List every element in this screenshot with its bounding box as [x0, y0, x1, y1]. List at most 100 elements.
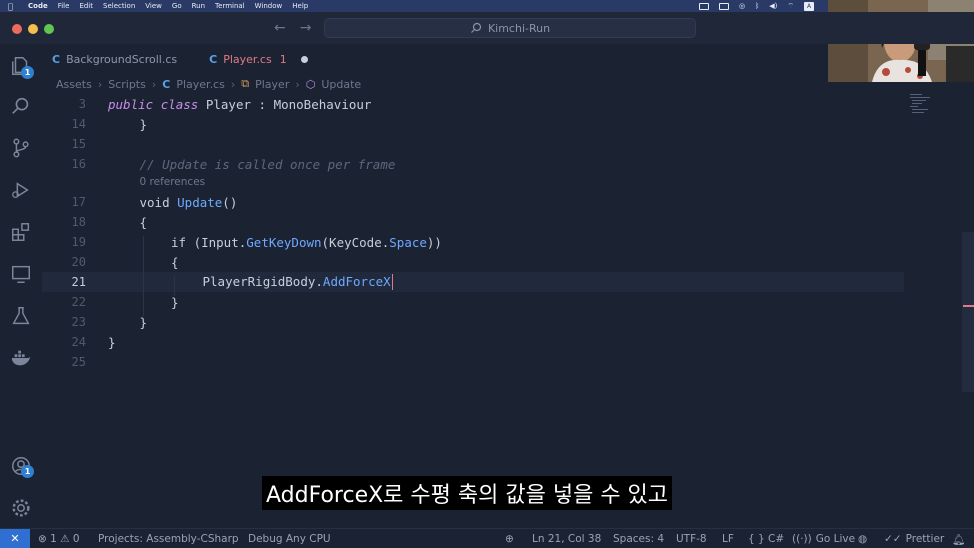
menu-file[interactable]: File: [58, 2, 70, 10]
debug-config[interactable]: Debug Any CPU: [248, 529, 331, 548]
code-editor[interactable]: 3 public class Player : MonoBehaviour 14} 1…: [42, 92, 904, 528]
prettier-button[interactable]: ✓✓ Prettier: [884, 529, 944, 548]
code-token: Space: [389, 234, 427, 250]
csharp-file-icon: C: [162, 77, 171, 91]
encoding[interactable]: UTF-8: [676, 529, 707, 548]
source-control-icon[interactable]: [9, 136, 33, 160]
menu-edit[interactable]: Edit: [79, 2, 93, 10]
unsaved-dot-icon[interactable]: [300, 55, 308, 63]
apple-icon[interactable]: : [8, 2, 18, 11]
search-icon: [471, 22, 482, 33]
text-cursor: [391, 274, 394, 291]
problems-indicator[interactable]: ⊗ 1 ⚠ 0: [38, 529, 80, 548]
line-number: 20: [71, 255, 86, 269]
line-number: 14: [71, 117, 86, 131]
tab-backgroundscroll[interactable]: C BackgroundScroll.cs: [42, 44, 191, 74]
menu-code[interactable]: Code: [28, 2, 48, 10]
display-icon[interactable]: [718, 2, 729, 10]
line-number: 16: [71, 157, 86, 171]
network-icon[interactable]: ⌔: [787, 2, 794, 11]
menu-help[interactable]: Help: [292, 2, 308, 10]
cursor-position[interactable]: Ln 21, Col 38: [532, 529, 601, 548]
screen-record-icon[interactable]: [698, 2, 709, 10]
chevron-right-icon: ›: [151, 77, 157, 91]
indent-guide: [174, 276, 175, 296]
status-icon[interactable]: ◎: [739, 2, 745, 10]
code-line[interactable]: 17 void Update(): [42, 192, 904, 212]
bluetooth-icon[interactable]: ᛒ: [755, 2, 759, 10]
breadcrumb-scripts[interactable]: Scripts: [108, 78, 146, 91]
code-token: void: [139, 194, 178, 210]
minimize-window-button[interactable]: [28, 24, 38, 34]
breadcrumb-assets[interactable]: Assets: [56, 78, 92, 91]
menu-go[interactable]: Go: [172, 2, 182, 10]
prettier-label: Prettier: [905, 533, 945, 545]
end-of-line[interactable]: LF: [722, 529, 734, 548]
code-token: }: [171, 294, 179, 310]
back-arrow-icon[interactable]: ←: [274, 20, 286, 36]
testing-icon[interactable]: [9, 304, 33, 328]
window-controls: [12, 24, 54, 34]
code-token: (): [222, 194, 238, 210]
input-source-indicator[interactable]: A: [804, 1, 814, 11]
references-label[interactable]: 0 references: [140, 176, 206, 188]
project-indicator[interactable]: Projects: Assembly-CSharp: [98, 529, 239, 548]
docker-icon[interactable]: [9, 346, 33, 370]
zoom-window-button[interactable]: [44, 24, 54, 34]
indentation[interactable]: Spaces: 4: [613, 529, 664, 548]
notifications-bell-icon[interactable]: 🔔︎: [952, 529, 965, 548]
menu-terminal[interactable]: Terminal: [215, 2, 245, 10]
code-line[interactable]: 24}: [42, 332, 904, 352]
run-debug-icon[interactable]: [9, 178, 33, 202]
code-line[interactable]: 25: [42, 352, 904, 372]
chevron-right-icon: ›: [230, 77, 236, 91]
breadcrumb-file[interactable]: Player.cs: [176, 78, 225, 91]
code-line[interactable]: 22}: [42, 292, 904, 312]
remote-explorer-icon[interactable]: [9, 262, 33, 286]
go-live-button[interactable]: ((·)) Go Live: [792, 529, 855, 548]
command-center[interactable]: Kimchi-Run: [324, 18, 696, 38]
breadcrumb-method[interactable]: Update: [321, 78, 361, 91]
menu-selection[interactable]: Selection: [103, 2, 135, 10]
copilot-icon[interactable]: ◍: [858, 529, 867, 548]
breadcrumb-class[interactable]: Player: [255, 78, 289, 91]
menu-view[interactable]: View: [145, 2, 162, 10]
broadcast-icon: ((·)): [792, 533, 812, 545]
forward-arrow-icon[interactable]: →: [300, 20, 312, 36]
code-line[interactable]: 23}: [42, 312, 904, 332]
code-line[interactable]: 14}: [42, 114, 904, 134]
tab-player[interactable]: C Player.cs 1: [199, 44, 322, 74]
code-line[interactable]: 19 if (Input.GetKeyDown(KeyCode.Space)): [42, 232, 904, 252]
vertical-scrollbar[interactable]: [962, 232, 974, 392]
menu-run[interactable]: Run: [192, 2, 205, 10]
code-line[interactable]: 15: [42, 134, 904, 154]
menu-window[interactable]: Window: [255, 2, 283, 10]
code-token: public: [108, 96, 154, 112]
settings-gear-icon[interactable]: [9, 496, 33, 520]
account-badge: 1: [21, 465, 34, 478]
window-title-bar: ← → Kimchi-Run: [0, 12, 974, 44]
code-token: // Update is called once per frame: [139, 156, 396, 172]
extensions-icon[interactable]: [9, 220, 33, 244]
search-icon[interactable]: [9, 94, 33, 118]
code-text: }: [171, 295, 179, 310]
close-window-button[interactable]: [12, 24, 22, 34]
code-line[interactable]: 18 {: [42, 212, 904, 232]
line-number: 15: [71, 137, 86, 151]
line-number: 17: [71, 195, 86, 209]
zoom-icon[interactable]: ⊕: [505, 529, 514, 548]
code-line[interactable]: 3 public class Player : MonoBehaviour: [42, 94, 904, 114]
line-number: 18: [71, 215, 86, 229]
code-line[interactable]: 16 // Update is called once per frame: [42, 154, 904, 174]
code-token: AddForceX: [322, 273, 391, 289]
code-text: }: [140, 117, 148, 132]
code-line[interactable]: 21 PlayerRigidBody.AddForceX: [42, 272, 904, 292]
code-line[interactable]: 20 {: [42, 252, 904, 272]
code-token: {: [139, 214, 148, 230]
volume-icon[interactable]: ◀): [769, 2, 777, 10]
codelens-references[interactable]: 0 references: [42, 174, 904, 190]
code-token: }: [139, 116, 148, 132]
remote-indicator-icon[interactable]: ✕: [0, 528, 30, 548]
language-mode[interactable]: { } C#: [748, 529, 784, 548]
